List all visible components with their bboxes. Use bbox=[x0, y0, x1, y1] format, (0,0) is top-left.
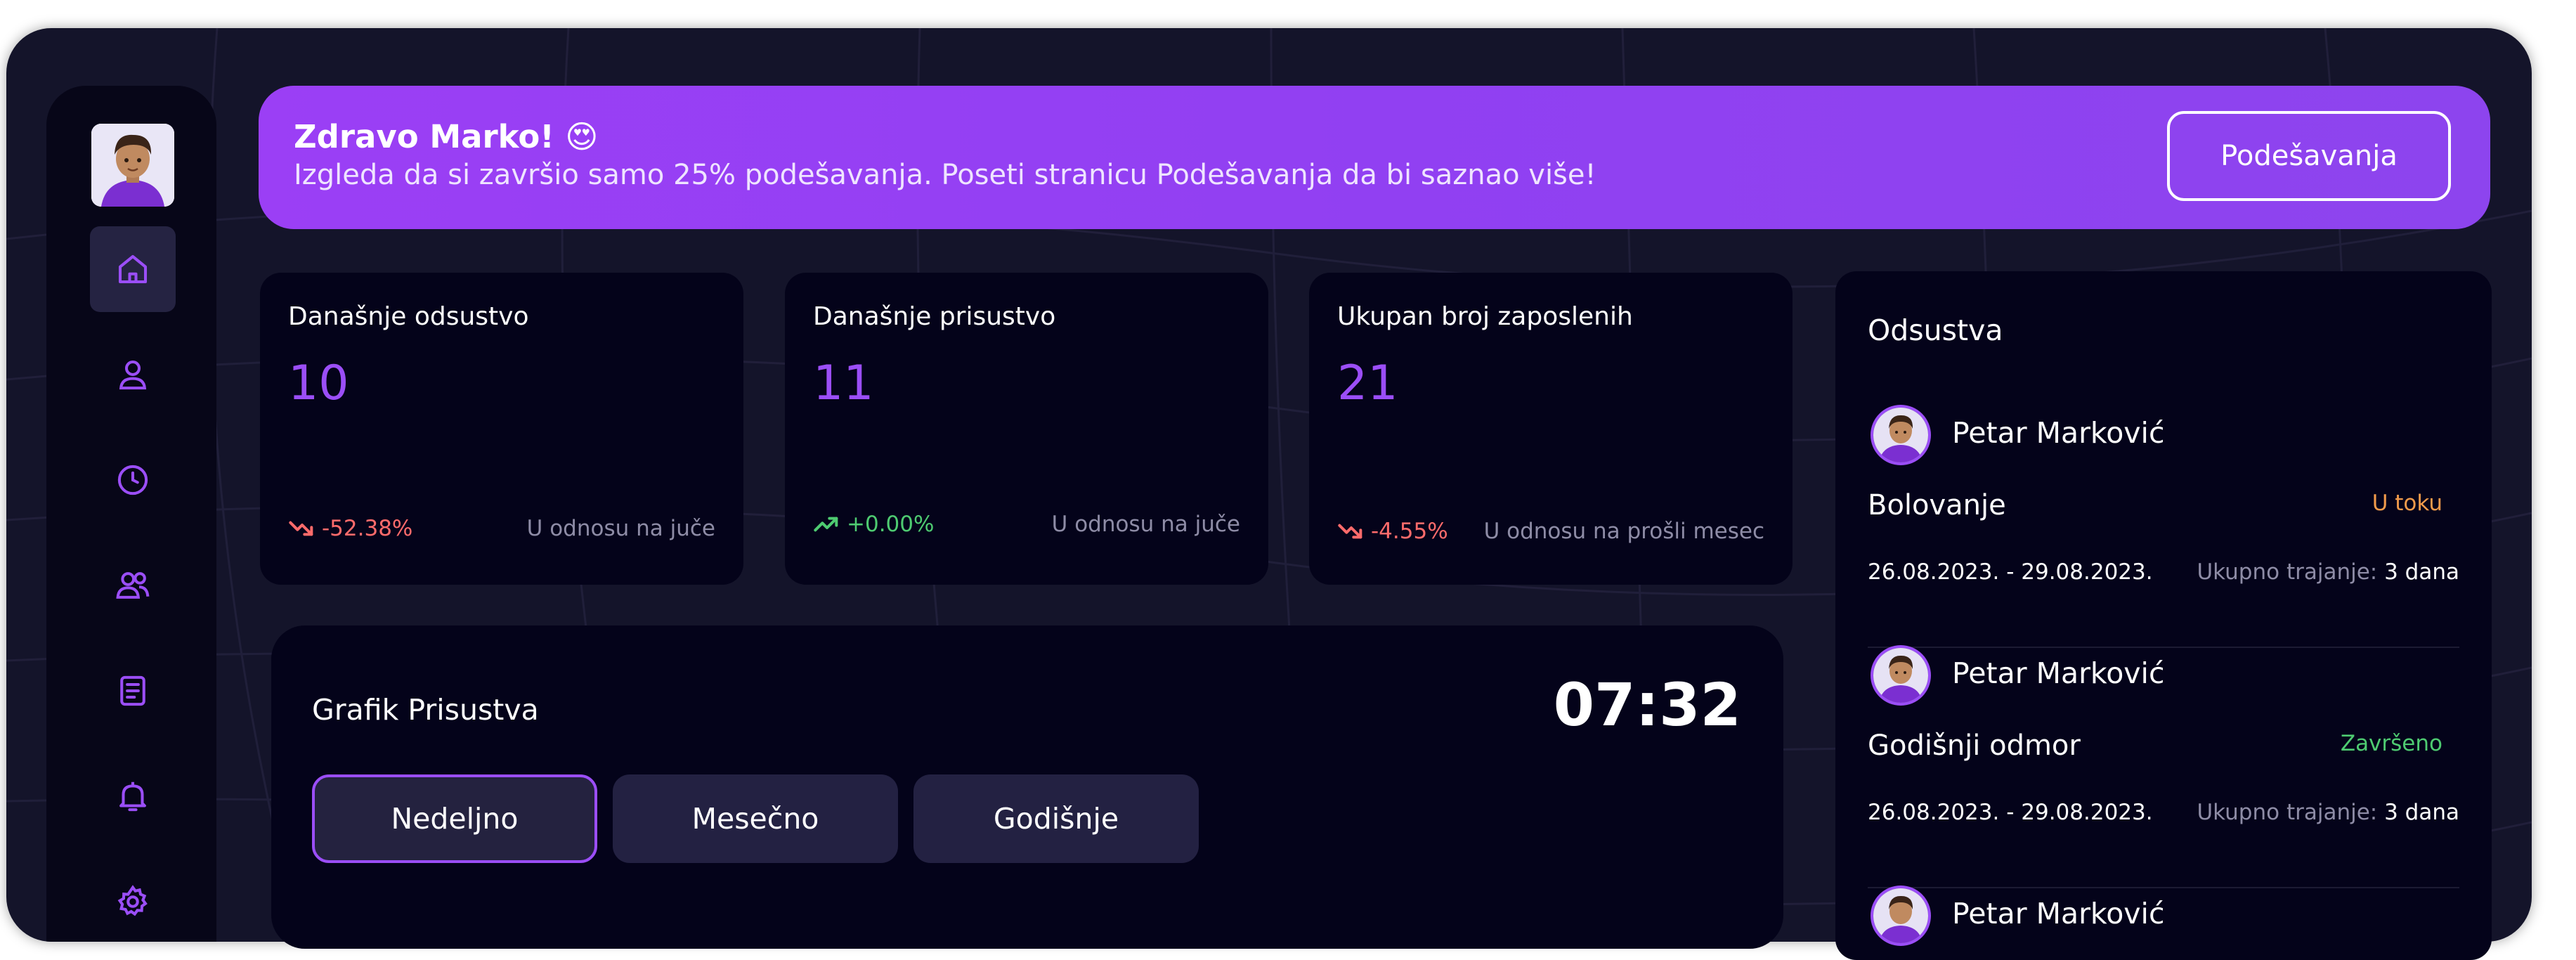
avatar bbox=[1873, 648, 1928, 703]
duration-label: Ukupno trajanje: bbox=[2197, 559, 2378, 585]
welcome-banner: Zdravo Marko! 😍 Izgleda da si završio sa… bbox=[259, 86, 2490, 229]
duration-value: 3 dana bbox=[2384, 559, 2459, 585]
trend-down-icon bbox=[1338, 524, 1362, 539]
user-avatar[interactable] bbox=[91, 124, 174, 207]
stat-title: Današnje prisustvo bbox=[813, 302, 1056, 331]
stat-title: Ukupan broj zaposlenih bbox=[1337, 302, 1633, 331]
clock-icon bbox=[117, 465, 148, 495]
settings-button[interactable]: Podešavanja bbox=[2167, 111, 2451, 201]
trend-down-icon bbox=[289, 521, 313, 536]
stat-comparison-note: U odnosu na prošli mesec bbox=[1483, 519, 1764, 544]
stat-card-absence: Današnje odsustvo 10 -52.38% U odnosu na… bbox=[260, 273, 743, 585]
stat-value: 21 bbox=[1337, 356, 1398, 411]
banner-title: Zdravo Marko! 😍 bbox=[294, 118, 599, 155]
stat-value: 11 bbox=[813, 356, 874, 411]
absence-dates: 26.08.2023. - 29.08.2023. bbox=[1868, 559, 2153, 585]
panel-title: Odsustva bbox=[1868, 313, 2003, 347]
absence-duration: Ukupno trajanje: 3 dana bbox=[2197, 559, 2459, 585]
user-icon bbox=[119, 360, 147, 390]
avatar-illustration bbox=[1873, 408, 1928, 462]
stat-comparison-note: U odnosu na juče bbox=[526, 516, 715, 541]
stat-trend-value: -52.38% bbox=[322, 516, 413, 541]
employee-name: Petar Marković bbox=[1952, 656, 2165, 690]
nav-employees[interactable] bbox=[90, 543, 176, 628]
absence-item[interactable]: Petar Marković Godišnji odmor Završeno 2… bbox=[1868, 648, 2459, 888]
absence-type: Godišnji odmor bbox=[1868, 729, 2081, 762]
period-monthly-button[interactable]: Mesečno bbox=[613, 774, 898, 863]
stat-trend-value: -4.55% bbox=[1371, 519, 1448, 544]
nav-settings[interactable] bbox=[90, 859, 176, 945]
absence-dates: 26.08.2023. - 29.08.2023. bbox=[1868, 800, 2153, 825]
avatar-illustration bbox=[1873, 888, 1928, 943]
stat-title: Današnje odsustvo bbox=[288, 302, 529, 331]
stat-value: 10 bbox=[288, 356, 349, 411]
duration-label: Ukupno trajanje: bbox=[2197, 800, 2378, 825]
nav-notifications[interactable] bbox=[90, 753, 176, 839]
attendance-chart-card: Grafik Prisustva 07:32 Nedeljno Mesečno … bbox=[271, 625, 1783, 949]
duration-value: 3 dana bbox=[2384, 800, 2459, 825]
avatar bbox=[1873, 408, 1928, 462]
chart-title: Grafik Prisustva bbox=[312, 693, 539, 727]
nav-time[interactable] bbox=[90, 437, 176, 523]
period-yearly-button[interactable]: Godišnje bbox=[913, 774, 1199, 863]
avatar bbox=[1873, 888, 1928, 943]
document-icon bbox=[120, 675, 145, 706]
nav-reports[interactable] bbox=[90, 648, 176, 734]
absence-item[interactable]: Petar Marković Bolovanje U toku 26.08.20… bbox=[1868, 408, 2459, 648]
stat-comparison-note: U odnosu na juče bbox=[1051, 512, 1240, 537]
stat-card-employees: Ukupan broj zaposlenih 21 -4.55% U odnos… bbox=[1309, 273, 1793, 585]
absences-panel: Odsustva Petar Marković Bolovanje U toku… bbox=[1835, 271, 2492, 960]
bell-icon bbox=[119, 781, 146, 812]
avatar-illustration bbox=[1873, 648, 1928, 703]
absence-duration: Ukupno trajanje: 3 dana bbox=[2197, 800, 2459, 825]
avatar-illustration bbox=[91, 124, 174, 207]
banner-subtitle: Izgleda da si završio samo 25% podešavan… bbox=[294, 159, 1596, 191]
users-icon bbox=[116, 572, 150, 599]
absence-item[interactable]: Petar Marković bbox=[1868, 888, 2459, 943]
status-badge: U toku bbox=[2372, 491, 2442, 516]
current-time: 07:32 bbox=[1553, 670, 1741, 739]
stat-trend: -52.38% bbox=[288, 516, 412, 541]
stat-trend-value: +0.00% bbox=[847, 512, 935, 537]
gear-icon bbox=[117, 885, 148, 916]
employee-name: Petar Marković bbox=[1952, 897, 2165, 930]
home-icon bbox=[118, 254, 148, 284]
employee-name: Petar Marković bbox=[1952, 416, 2165, 450]
trend-up-icon bbox=[814, 517, 838, 532]
stat-trend: -4.55% bbox=[1337, 519, 1448, 544]
period-weekly-button[interactable]: Nedeljno bbox=[312, 774, 597, 863]
status-badge: Završeno bbox=[2340, 731, 2442, 756]
stat-trend: +0.00% bbox=[813, 512, 934, 537]
absence-type: Bolovanje bbox=[1868, 489, 2006, 521]
nav-profile[interactable] bbox=[90, 332, 176, 417]
nav-home[interactable] bbox=[90, 226, 176, 312]
stat-card-presence: Današnje prisustvo 11 +0.00% U odnosu na… bbox=[785, 273, 1268, 585]
